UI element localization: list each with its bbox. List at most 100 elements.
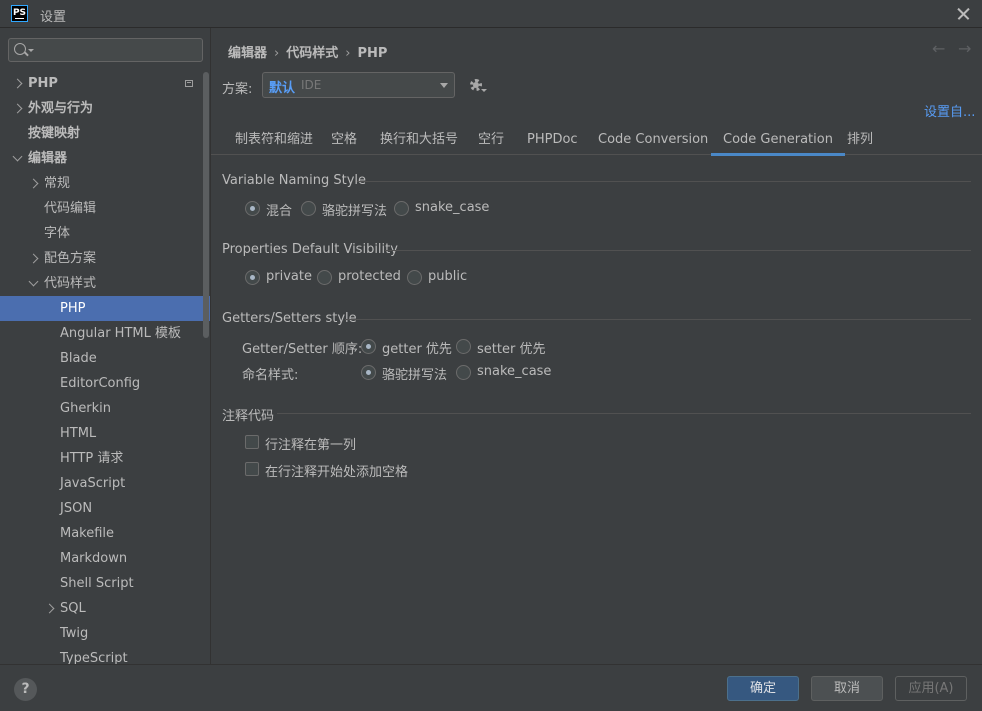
forward-arrow-icon[interactable]: → xyxy=(958,41,974,57)
sidebar-tree-item[interactable]: EditorConfig xyxy=(0,371,210,396)
section-divider xyxy=(277,413,971,414)
sidebar-tree-item-label: 代码编辑 xyxy=(44,201,97,216)
radio-circle[interactable] xyxy=(407,270,422,285)
tab-0[interactable]: 制表符和缩进 xyxy=(235,127,313,155)
ok-button[interactable]: 确定 xyxy=(727,676,799,701)
sidebar-tree-item[interactable]: PHP xyxy=(0,71,210,96)
radio-circle[interactable] xyxy=(394,201,409,216)
tab-7[interactable]: 排列 xyxy=(847,127,873,155)
sidebar-tree-item[interactable]: SQL xyxy=(0,596,210,621)
close-icon[interactable] xyxy=(954,4,974,24)
section-divider xyxy=(357,181,971,182)
sidebar-tree-item-label: Twig xyxy=(60,626,89,641)
help-icon[interactable]: ? xyxy=(14,678,37,701)
radio-label: private xyxy=(266,269,312,284)
radio-circle[interactable] xyxy=(245,270,260,285)
sidebar-tree-item[interactable]: Blade xyxy=(0,346,210,371)
breadcrumb-item[interactable]: 编辑器 xyxy=(228,46,267,61)
tab-5[interactable]: Code Conversion xyxy=(598,127,708,155)
checkbox-box[interactable] xyxy=(245,462,259,476)
tab-1[interactable]: 空格 xyxy=(331,127,357,155)
project-level-icon xyxy=(185,80,193,87)
back-arrow-icon[interactable]: ← xyxy=(932,41,948,57)
sidebar-tree-item[interactable]: Angular HTML 模板 xyxy=(0,321,210,346)
sidebar-tree-item[interactable]: HTML xyxy=(0,421,210,446)
window-title: 设置 xyxy=(40,10,67,25)
settings-tree: PHP 外观与行为按键映射编辑器常规代码编辑字体 配色方案代码样式 PHP Angula… xyxy=(0,71,210,664)
sidebar-tree-item-label: PHP xyxy=(60,301,86,316)
sidebar-tree-item-label: JSON xyxy=(60,501,93,516)
radio-circle[interactable] xyxy=(361,365,376,380)
sidebar-tree-item[interactable]: HTTP 请求 xyxy=(0,446,210,471)
breadcrumb-item[interactable]: 代码样式 xyxy=(286,46,338,61)
sidebar-tree-item[interactable]: Gherkin xyxy=(0,396,210,421)
sidebar-tree-item-label: 按键映射 xyxy=(28,126,81,141)
sidebar-tree-item[interactable]: 常规 xyxy=(0,171,210,196)
radio-label: protected xyxy=(338,269,401,284)
sidebar-tree-item[interactable]: 外观与行为 xyxy=(0,96,210,121)
cancel-button[interactable]: 取消 xyxy=(811,676,883,701)
sidebar-tree-item[interactable]: Markdown xyxy=(0,546,210,571)
chevron-down-icon[interactable] xyxy=(28,276,39,287)
radio-circle[interactable] xyxy=(317,270,332,285)
line-comment-first-column-checkbox[interactable]: 行注释在第一列 xyxy=(245,434,445,453)
sidebar-tree-item[interactable]: 代码样式 xyxy=(0,271,210,296)
radio-circle[interactable] xyxy=(301,201,316,216)
checkbox-box[interactable] xyxy=(245,435,259,449)
chevron-down-icon[interactable] xyxy=(12,151,23,162)
chevron-right-icon[interactable] xyxy=(12,78,23,89)
chevron-right-icon[interactable] xyxy=(12,103,23,114)
search-input[interactable] xyxy=(37,41,197,59)
radio-circle[interactable] xyxy=(456,365,471,380)
chevron-right-icon[interactable] xyxy=(44,603,55,614)
scheme-select[interactable]: 默认 IDE xyxy=(262,72,455,98)
section-title-naming: Variable Naming Style xyxy=(222,173,367,188)
tab-3[interactable]: 空行 xyxy=(478,127,504,155)
sidebar-tree-item[interactable]: 按键映射 xyxy=(0,121,210,146)
scheme-label: 方案: xyxy=(222,82,253,97)
radio-label: 骆驼拼写法 xyxy=(382,368,448,383)
chevron-right-icon[interactable] xyxy=(28,178,39,189)
breadcrumb-separator: › xyxy=(345,46,351,61)
sidebar-tree-item[interactable]: Twig xyxy=(0,621,210,646)
sidebar-tree-item[interactable]: JavaScript xyxy=(0,471,210,496)
tab-2[interactable]: 换行和大括号 xyxy=(380,127,458,155)
search-history-chevron-icon[interactable] xyxy=(28,49,34,52)
sidebar-tree-item-label: Gherkin xyxy=(60,401,112,416)
sidebar-tree-item-label: Markdown xyxy=(60,551,128,566)
chevron-right-icon[interactable] xyxy=(28,253,39,264)
gear-icon[interactable] xyxy=(468,77,487,93)
phpstorm-logo-icon: PS xyxy=(11,5,28,22)
search-icon[interactable] xyxy=(14,43,26,55)
sidebar-tree-item-label: PHP xyxy=(28,76,58,91)
sidebar-tree-item[interactable]: 编辑器 xyxy=(0,146,210,171)
sidebar-tree-item[interactable]: JSON xyxy=(0,496,210,521)
sidebar-tree-item[interactable]: Makefile xyxy=(0,521,210,546)
sidebar-tree-item[interactable]: 配色方案 xyxy=(0,246,210,271)
radio-circle[interactable] xyxy=(245,201,260,216)
title-bar: PS 设置 xyxy=(0,0,982,28)
sidebar-tree-item-label: Shell Script xyxy=(60,576,134,591)
tab-6[interactable]: Code Generation xyxy=(711,127,845,156)
sidebar-tree-item-label: TypeScript xyxy=(60,651,128,664)
sidebar-tree-item[interactable]: 字体 xyxy=(0,221,210,246)
section-title-visibility: Properties Default Visibility xyxy=(222,242,398,257)
radio-circle[interactable] xyxy=(361,339,376,354)
set-from-link[interactable]: 设置自... xyxy=(924,101,975,120)
sidebar-tree-item[interactable]: PHP xyxy=(0,296,210,321)
tab-4[interactable]: PHPDoc xyxy=(527,127,578,155)
sidebar-tree-item-label: JavaScript xyxy=(60,476,126,491)
section-title-getters: Getters/Setters style xyxy=(222,311,357,326)
sidebar-tree-item-label: 代码样式 xyxy=(44,276,97,291)
add-space-comment-checkbox[interactable]: 在行注释开始处添加空格 xyxy=(245,461,445,480)
sidebar-tree-item[interactable]: Shell Script xyxy=(0,571,210,596)
sidebar-scrollbar[interactable] xyxy=(203,72,209,338)
sidebar-tree-item[interactable]: TypeScript xyxy=(0,646,210,664)
apply-button[interactable]: 应用(A) xyxy=(895,676,967,701)
sidebar-tree-item[interactable]: 代码编辑 xyxy=(0,196,210,221)
search-box[interactable] xyxy=(8,38,203,62)
radio-circle[interactable] xyxy=(456,339,471,354)
sidebar-tree-item-label: 常规 xyxy=(44,176,71,191)
breadcrumb-separator: › xyxy=(274,46,280,61)
radio-label: 骆驼拼写法 xyxy=(322,204,388,219)
